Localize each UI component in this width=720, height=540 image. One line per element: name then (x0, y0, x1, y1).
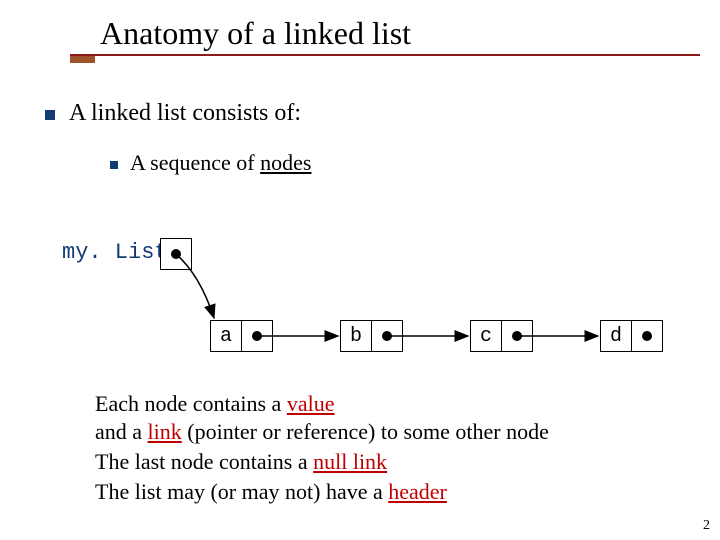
node-pointer (632, 321, 662, 351)
keyword-link: link (148, 419, 182, 444)
text: (pointer or reference) to some other nod… (182, 419, 549, 444)
text: The last node contains a (95, 449, 313, 474)
node-pointer (502, 321, 532, 351)
node-a: a (210, 320, 273, 352)
bullet1-text: A linked list consists of: (69, 100, 301, 126)
title-text: Anatomy of a linked list (100, 15, 411, 51)
pointer-dot-icon (512, 331, 522, 341)
node-pointer (242, 321, 272, 351)
title-underline (70, 54, 700, 56)
header-box (160, 238, 192, 270)
body-line-3: The last node contains a null link (95, 448, 387, 477)
body-line-1: Each node contains a value (95, 390, 334, 419)
title-accent (70, 56, 95, 63)
square-bullet-icon (45, 110, 55, 120)
bullet-level2: A sequence of nodes (110, 150, 311, 176)
pointer-dot-icon (252, 331, 262, 341)
node-value: d (601, 321, 632, 351)
keyword-header: header (388, 479, 447, 504)
node-value: a (211, 321, 242, 351)
pointer-dot-icon (642, 331, 652, 341)
node-pointer (372, 321, 402, 351)
node-c: c (470, 320, 533, 352)
slide-title: Anatomy of a linked list (100, 15, 411, 52)
bullet-level1: A linked list consists of: (45, 100, 301, 127)
bullet2-prefix: A sequence of (130, 150, 260, 175)
node-d: d (600, 320, 663, 352)
node-value: c (471, 321, 502, 351)
header-label: my. List (62, 240, 168, 265)
keyword-null-link: null link (313, 449, 387, 474)
bullet2-nodes: nodes (260, 150, 311, 175)
text: and a (95, 419, 148, 444)
keyword-value: value (287, 391, 335, 416)
body-line-4: The list may (or may not) have a header (95, 478, 447, 507)
node-value: b (341, 321, 372, 351)
pointer-dot-icon (171, 249, 181, 259)
text: The list may (or may not) have a (95, 479, 388, 504)
body-line-2: and a link (pointer or reference) to som… (95, 418, 549, 447)
node-b: b (340, 320, 403, 352)
square-bullet-icon (110, 161, 118, 169)
pointer-dot-icon (382, 331, 392, 341)
text: Each node contains a (95, 391, 287, 416)
page-number: 2 (703, 518, 710, 534)
